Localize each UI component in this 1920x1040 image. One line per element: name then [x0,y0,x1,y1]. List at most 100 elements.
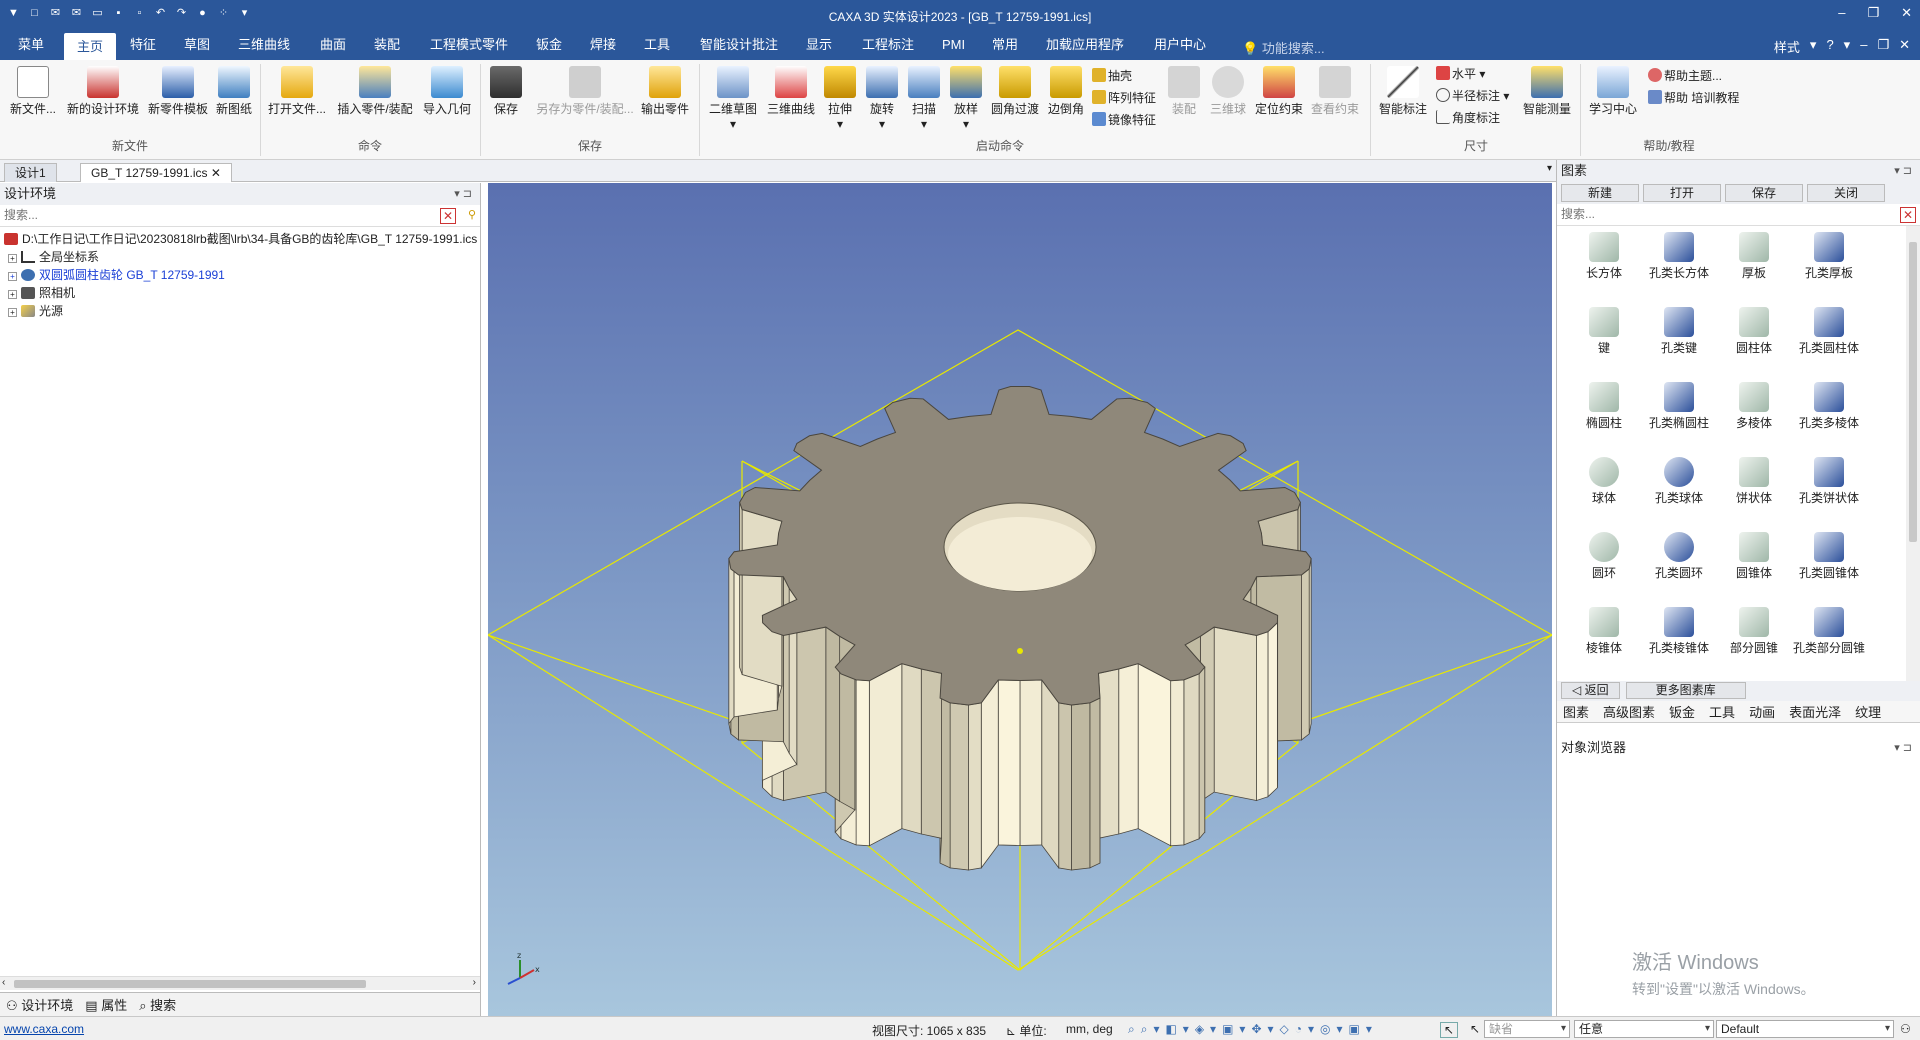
default-combo-1[interactable]: 缺省 [1484,1020,1570,1038]
tree-item-global-coords[interactable]: + 全局坐标系 [0,248,480,266]
tab-engineering-part[interactable]: 工程模式零件 [424,30,514,60]
new-drawing-button[interactable]: 新图纸 [214,66,254,117]
tab-assembly[interactable]: 装配 [368,30,406,60]
element-item[interactable]: 孔类键 [1640,307,1718,356]
clear-search-icon[interactable]: ✕ [440,208,456,224]
tab-tools-lib[interactable]: 工具 [1709,702,1735,721]
tab-design1[interactable]: 设计1 [4,163,57,182]
element-item[interactable]: 厚板 [1715,232,1793,281]
save-button[interactable]: 保存 [488,66,524,117]
curve-3d-button[interactable]: 三维曲线 [764,66,818,117]
clear-search-icon[interactable]: ✕ [1900,207,1916,223]
element-item[interactable]: 椭圆柱 [1565,382,1643,431]
element-item[interactable]: 孔类球体 [1640,457,1718,506]
chevron-down-icon[interactable]: ▾ [921,117,927,131]
select-pointer-icon[interactable]: ↖ [1440,1022,1458,1038]
back-button[interactable]: ◁ 返回 [1561,682,1620,699]
tab-design-environment[interactable]: ⚇ 设计环境 [6,995,73,1014]
element-item[interactable]: 孔类圆环 [1640,532,1718,581]
sweep-button[interactable]: 扫描 ▾ [906,66,942,131]
learning-center-button[interactable]: 学习中心 [1586,66,1640,117]
tab-feature[interactable]: 特征 [124,30,162,60]
smart-measure-button[interactable]: 智能测量 [1520,66,1574,117]
element-item[interactable]: 圆环 [1565,532,1643,581]
tab-texture[interactable]: 纹理 [1855,702,1881,721]
element-item[interactable]: 球体 [1565,457,1643,506]
element-item[interactable]: 圆柱体 [1715,307,1793,356]
tab-gb-file[interactable]: GB_T 12759-1991.ics ✕ [80,163,232,182]
close-icon[interactable]: ✕ [1901,5,1912,21]
tab-pmi[interactable]: PMI [936,30,971,60]
element-item[interactable]: 孔类长方体 [1640,232,1718,281]
scroll-left-icon[interactable]: ‹ [2,977,5,988]
element-item[interactable]: 棱锥体 [1565,607,1643,656]
tab-surface-gloss[interactable]: 表面光泽 [1789,702,1841,721]
expand-icon[interactable]: + [8,290,17,299]
element-item[interactable]: 孔类多棱体 [1790,382,1868,431]
gear-scene[interactable] [487,183,1554,1016]
tab-display[interactable]: 显示 [800,30,838,60]
left-horizontal-scrollbar[interactable]: ‹ › [0,976,480,990]
element-item[interactable]: 多棱体 [1715,382,1793,431]
element-item[interactable]: 部分圆锥 [1715,607,1793,656]
tab-sheet-metal-lib[interactable]: 钣金 [1669,702,1695,721]
chamfer-button[interactable]: 边倒角 [1044,66,1088,117]
view-tools-icons[interactable]: ⌕⌕▾◧▾◈▾▣▾✥▾◇◔▾◎▾▣▾ [1128,1022,1378,1037]
pin-icon[interactable]: ▾ ⊐ [1894,737,1912,759]
close-icon[interactable]: ✕ [211,166,221,180]
tab-advanced-elements[interactable]: 高级图素 [1603,702,1655,721]
revolve-button[interactable]: 旋转 ▾ [864,66,900,131]
shell-button[interactable]: 抽壳 [1092,66,1132,86]
more-library-button[interactable]: 更多图素库 [1625,682,1746,699]
tab-tools[interactable]: 工具 [638,30,676,60]
view-constraint-button[interactable]: 查看约束 [1308,66,1362,117]
tab-welding[interactable]: 焊接 [584,30,622,60]
fillet-button[interactable]: 圆角过渡 [988,66,1042,117]
tab-sketch[interactable]: 草图 [178,30,216,60]
new-part-template-button[interactable]: 新零件模板 [146,66,210,117]
help-icon[interactable]: ? [1826,37,1833,56]
assembly-button[interactable]: 装配 [1166,66,1202,117]
element-item[interactable]: 孔类部分圆锥 [1790,607,1868,656]
menu-main[interactable]: 菜单 [12,30,50,60]
element-item[interactable]: 孔类圆柱体 [1790,307,1868,356]
help-topic-button[interactable]: 帮助主题... [1648,66,1722,86]
new-catalog-button[interactable]: 新建 [1561,184,1639,202]
tab-home[interactable]: 主页 [64,33,116,60]
smart-dimension-button[interactable]: 智能标注 [1376,66,1430,117]
feature-search[interactable]: 💡 功能搜索... [1242,38,1325,57]
pointer-icon[interactable]: ↖ [1470,1022,1480,1036]
element-item[interactable]: 孔类棱锥体 [1640,607,1718,656]
anchor-point[interactable] [1017,648,1023,654]
tree-item-light[interactable]: + 光源 [0,302,480,320]
chevron-down-icon[interactable]: ▾ [879,117,885,131]
sketch-2d-button[interactable]: 二维草图 ▾ [706,66,760,131]
open-catalog-button[interactable]: 打开 [1643,184,1721,202]
tab-properties[interactable]: ▤ 属性 [85,995,127,1014]
help-dropdown-icon[interactable]: ▾ [1844,37,1851,56]
tab-elements[interactable]: 图素 [1563,702,1589,721]
website-link[interactable]: www.caxa.com [4,1022,84,1036]
3d-viewport[interactable]: z x [487,183,1554,1016]
expand-icon[interactable]: + [8,308,17,317]
pattern-button[interactable]: 阵列特征 [1092,88,1156,108]
elements-scrollbar[interactable] [1906,226,1920,681]
element-item[interactable]: 孔类椭圆柱 [1640,382,1718,431]
tab-addins[interactable]: 加载应用程序 [1040,30,1130,60]
expand-icon[interactable]: + [8,272,17,281]
tab-sheet-metal[interactable]: 钣金 [530,30,568,60]
restore-icon[interactable]: ❐ [1867,5,1879,21]
save-as-button[interactable]: 另存为零件/装配... [530,66,640,117]
tree-item-camera[interactable]: + 照相机 [0,284,480,302]
position-constraint-button[interactable]: 定位约束 [1252,66,1306,117]
search-filter-icon[interactable]: ⚲ [468,208,476,221]
insert-part-button[interactable]: 插入零件/装配 [332,66,418,117]
expand-icon[interactable]: + [8,254,17,263]
pin-icon[interactable]: ▾ ⊐ [1894,160,1912,182]
scroll-thumb[interactable] [1909,242,1917,542]
import-geometry-button[interactable]: 导入几何 [420,66,474,117]
tab-animation[interactable]: 动画 [1749,702,1775,721]
open-file-button[interactable]: 打开文件... [266,66,328,117]
radius-dim-button[interactable]: 半径标注 ▾ [1436,86,1509,106]
tab-search[interactable]: ⌕ 搜索 [139,995,176,1014]
